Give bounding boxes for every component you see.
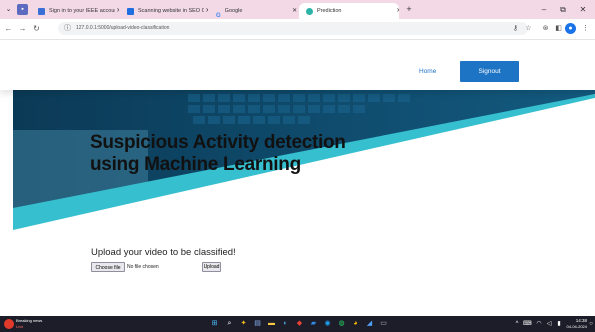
hero-title: Suspicious Activity detection using Mach… [90, 132, 346, 175]
tab-label: Prediction [317, 8, 342, 14]
terminal-icon[interactable]: ▭ [378, 318, 389, 329]
browser-tab-1[interactable]: Sign in to your IEEE account✕ [31, 3, 119, 19]
taskbar-clock[interactable]: 14:38 04-04-2024 [565, 317, 587, 330]
close-tab-icon[interactable]: ✕ [115, 3, 119, 19]
bookmark-star-icon[interactable]: ☆ [523, 23, 534, 34]
side-panel-icon[interactable]: ◧ [553, 23, 564, 34]
profile-avatar[interactable]: ● [565, 23, 576, 34]
close-tab-icon[interactable]: ✕ [204, 3, 208, 19]
start-windows-icon[interactable]: ⊞ [209, 318, 220, 329]
clock-time: 14:38 [575, 318, 587, 323]
tray-overflow-icon[interactable]: ^ [513, 318, 521, 330]
seo-favicon-icon [127, 7, 134, 15]
app-icon[interactable]: ◆ [294, 318, 305, 329]
address-bar[interactable]: ⓘ 127.0.0.1:5000/upload-video-classifica… [58, 22, 528, 35]
browser-tab-2[interactable]: Scanning website in SEO CORNER✕ [120, 3, 208, 19]
notifications-icon[interactable]: ○ [588, 318, 594, 330]
close-tab-icon[interactable]: ✕ [395, 3, 399, 19]
news-icon [4, 319, 14, 329]
close-window-icon[interactable]: ✕ [576, 3, 590, 16]
volume-icon[interactable]: ◁ [545, 318, 553, 330]
news-widget[interactable]: Breaking news Live [4, 318, 56, 330]
language-icon[interactable]: ⌨ [523, 318, 532, 330]
close-tab-icon[interactable]: ✕ [291, 3, 297, 19]
ieee-favicon-icon [38, 7, 45, 15]
browser-tab-3[interactable]: GGoogle ✕ [209, 3, 297, 19]
key-icon[interactable]: ⚷ [510, 23, 521, 34]
forward-icon[interactable]: → [17, 23, 28, 34]
upload-label: Upload your video to be classified! [91, 247, 236, 258]
home-link[interactable]: Home [419, 68, 436, 75]
browser-tab-active[interactable]: Prediction ✕ [299, 3, 399, 19]
whatsapp-icon[interactable]: ◍ [336, 318, 347, 329]
tab-label: Google [224, 8, 243, 14]
wifi-icon[interactable]: ◠ [535, 318, 543, 330]
back-icon[interactable]: ← [3, 23, 14, 34]
new-tab-icon[interactable]: + [404, 4, 414, 14]
tab-label: Scanning website in SEO CORNER [138, 8, 204, 14]
minimize-icon[interactable]: – [537, 3, 551, 16]
restore-icon[interactable]: ⧉ [556, 3, 570, 16]
no-file-chosen-text: No file chosen [127, 264, 159, 270]
browser-menu-icon[interactable]: ⋮ [580, 23, 591, 34]
edge-browser-icon[interactable]: ◐ [280, 318, 291, 329]
url-text[interactable]: 127.0.0.1:5000/upload-video-classificati… [76, 22, 169, 35]
upload-button[interactable]: Upload [202, 262, 221, 272]
browser-toolbar: ← → ↻ ⓘ 127.0.0.1:5000/upload-video-clas… [0, 19, 595, 40]
store-icon[interactable]: ◉ [322, 318, 333, 329]
signout-button[interactable]: Signout [460, 61, 519, 82]
prediction-favicon-icon [306, 7, 313, 15]
task-view-icon[interactable]: ▤ [252, 318, 263, 329]
tab-label: Sign in to your IEEE account [49, 8, 115, 14]
widgets-icon[interactable]: ✦ [238, 318, 249, 329]
browser-tab-strip: ⌄ ▪ Sign in to your IEEE account✕ Scanni… [0, 0, 595, 19]
choose-file-button[interactable]: Choose file [91, 262, 125, 272]
tab-group-icon[interactable]: ▪ [17, 4, 28, 15]
taskbar-search-icon[interactable]: ⌕ [224, 318, 235, 329]
clock-date: 04-04-2024 [566, 324, 587, 329]
file-explorer-icon[interactable]: ▬ [266, 318, 277, 329]
site-navbar: Home Signout [0, 41, 595, 90]
news-subtitle: Live [16, 324, 24, 329]
site-info-icon[interactable]: ⓘ [62, 23, 73, 34]
tab-search-icon[interactable]: ⌄ [3, 4, 14, 15]
vscode-icon[interactable]: ◢ [364, 318, 375, 329]
chrome-icon[interactable]: ◕ [350, 318, 361, 329]
google-favicon-icon: G [216, 12, 221, 19]
extensions-icon[interactable]: ⊛ [540, 23, 551, 34]
mail-icon[interactable]: ▰ [308, 318, 319, 329]
reload-icon[interactable]: ↻ [31, 23, 42, 34]
windows-taskbar: Breaking news Live ⊞ ⌕ ✦ ▤ ▬ ◐ ◆ ▰ ◉ ◍ ◕… [0, 316, 595, 332]
battery-icon[interactable]: ▮ [555, 318, 563, 330]
